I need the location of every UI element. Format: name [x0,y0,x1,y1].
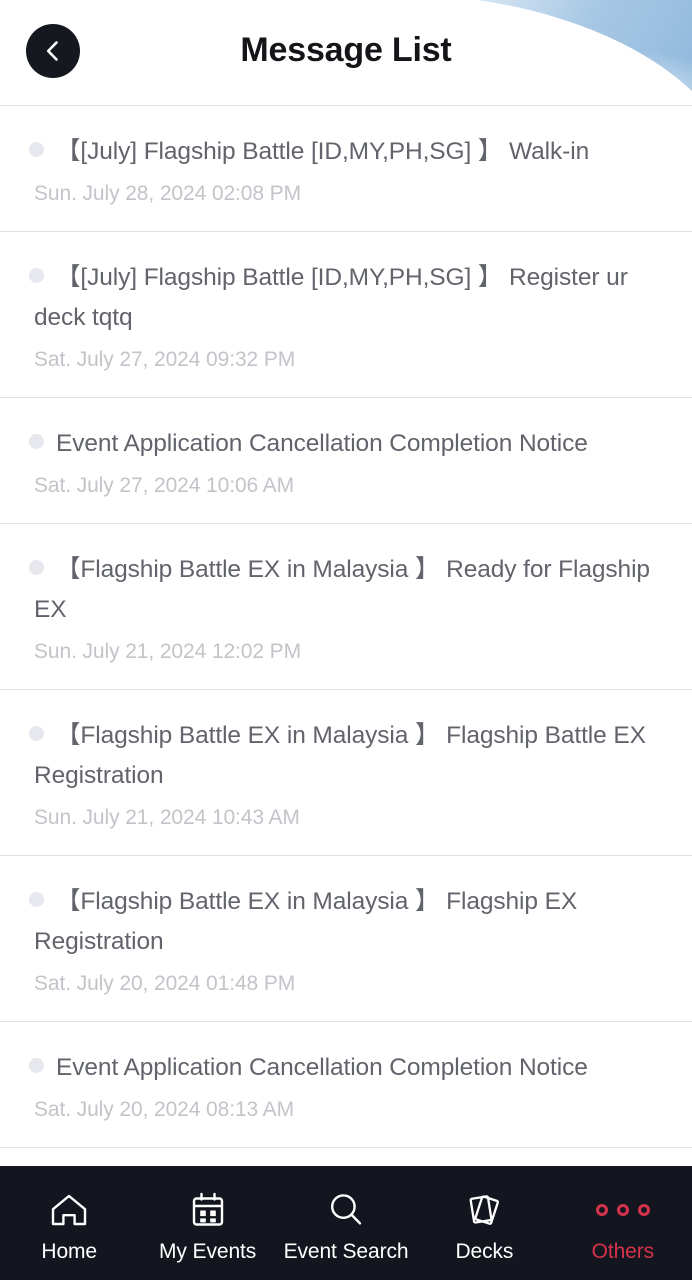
message-list[interactable]: 【[July] Flagship Battle [ID,MY,PH,SG] 】 … [0,106,692,1166]
unread-dot-icon [29,142,44,157]
unread-dot-icon [29,434,44,449]
message-title: 【[July] Flagship Battle [ID,MY,PH,SG] 】 … [34,258,658,338]
nav-item-others[interactable]: Others [554,1166,692,1280]
app-screen: Message List 【[July] Flagship Battle [ID… [0,0,692,1280]
message-timestamp: Sat. July 27, 2024 10:06 AM [34,473,658,499]
message-list-item[interactable]: 【[July] Flagship Battle [ID,MY,PH,SG] 】 … [0,232,692,398]
message-title: Event Application Cancellation Completio… [34,1048,658,1088]
home-icon [46,1190,92,1230]
unread-dot-icon [29,726,44,741]
page-title: Message List [0,31,692,70]
message-title: Event Application Cancellation Completio… [34,424,658,464]
nav-item-decks[interactable]: Decks [415,1166,553,1280]
message-timestamp: Sun. July 21, 2024 10:43 AM [34,805,658,831]
calendar-icon [185,1190,231,1230]
message-list-item[interactable]: 【Flagship Battle EX in Malaysia 】 Ready … [0,524,692,690]
message-timestamp: Sat. July 20, 2024 08:13 AM [34,1097,658,1123]
message-title: 【Flagship Battle EX in Malaysia 】 Ready … [34,550,658,630]
message-timestamp: Sun. July 21, 2024 12:02 PM [34,639,658,665]
nav-label-event-search: Event Search [284,1241,409,1263]
unread-dot-icon [29,560,44,575]
nav-item-event-search[interactable]: Event Search [277,1166,415,1280]
message-list-item[interactable]: Event Application Cancellation Completio… [0,398,692,524]
message-list-item[interactable]: Event Application Cancellation Completio… [0,1022,692,1148]
nav-label-decks: Decks [455,1241,513,1263]
nav-item-home[interactable]: Home [0,1166,138,1280]
unread-dot-icon [29,1058,44,1073]
nav-label-others: Others [592,1241,654,1263]
message-title: 【[July] Flagship Battle [ID,MY,PH,SG] 】 … [34,132,658,172]
message-list-item[interactable]: 【Flagship Battle EX in Malaysia 】 Flagsh… [0,690,692,856]
nav-item-my-events[interactable]: My Events [138,1166,276,1280]
unread-dot-icon [29,268,44,283]
message-timestamp: Sat. July 27, 2024 09:32 PM [34,347,658,373]
nav-label-my-events: My Events [159,1241,256,1263]
message-timestamp: Sun. July 28, 2024 02:08 PM [34,181,658,207]
app-header: Message List [0,0,692,106]
message-timestamp: Sat. July 20, 2024 01:48 PM [34,971,658,997]
message-list-item[interactable]: 【[July] Flagship Battle [ID,MY,PH,SG] 】 … [0,106,692,232]
cards-icon [461,1190,507,1230]
unread-dot-icon [29,892,44,907]
nav-label-home: Home [41,1241,97,1263]
message-title: 【Flagship Battle EX in Malaysia 】 Flagsh… [34,716,658,796]
message-list-item[interactable]: 【Flagship Battle EX in Malaysia 】 Flagsh… [0,856,692,1022]
message-title: 【Flagship Battle EX in Malaysia 】 Flagsh… [34,882,658,962]
bottom-navigation-bar: Home My Events [0,1166,692,1280]
search-icon [323,1190,369,1230]
three-dots-icon [600,1190,646,1230]
